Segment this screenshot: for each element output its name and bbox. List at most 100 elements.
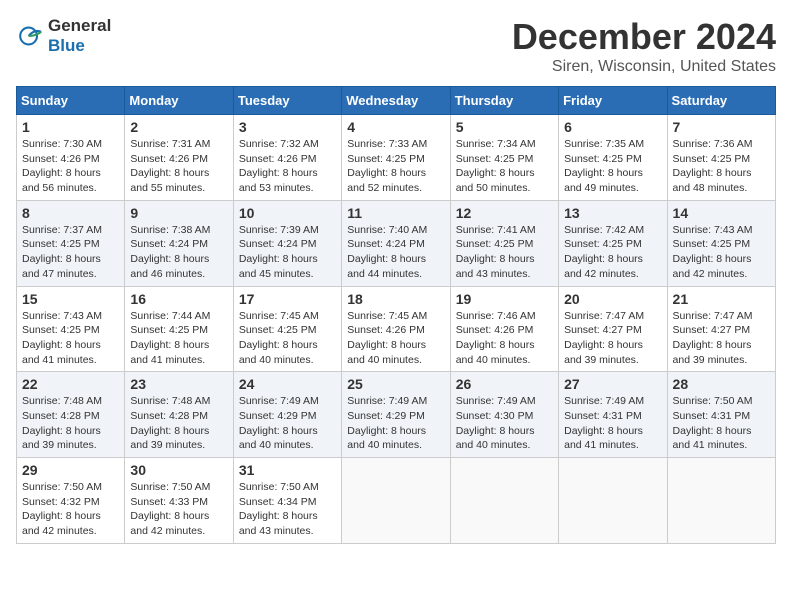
day-info: Sunrise: 7:48 AMSunset: 4:28 PMDaylight:… [130, 395, 210, 451]
day-info: Sunrise: 7:49 AMSunset: 4:29 PMDaylight:… [347, 395, 427, 451]
day-info: Sunrise: 7:36 AMSunset: 4:25 PMDaylight:… [673, 138, 753, 194]
calendar-cell: 17 Sunrise: 7:45 AMSunset: 4:25 PMDaylig… [233, 286, 341, 372]
day-info: Sunrise: 7:49 AMSunset: 4:30 PMDaylight:… [456, 395, 536, 451]
day-info: Sunrise: 7:34 AMSunset: 4:25 PMDaylight:… [456, 138, 536, 194]
day-number: 21 [673, 291, 770, 307]
calendar-cell: 16 Sunrise: 7:44 AMSunset: 4:25 PMDaylig… [125, 286, 233, 372]
day-number: 18 [347, 291, 444, 307]
calendar-header-tuesday: Tuesday [233, 87, 341, 115]
calendar-header-saturday: Saturday [667, 87, 775, 115]
day-number: 22 [22, 376, 119, 392]
calendar-cell: 12 Sunrise: 7:41 AMSunset: 4:25 PMDaylig… [450, 200, 558, 286]
calendar-cell: 14 Sunrise: 7:43 AMSunset: 4:25 PMDaylig… [667, 200, 775, 286]
calendar-header-friday: Friday [559, 87, 667, 115]
calendar-cell: 26 Sunrise: 7:49 AMSunset: 4:30 PMDaylig… [450, 372, 558, 458]
day-number: 25 [347, 376, 444, 392]
day-info: Sunrise: 7:38 AMSunset: 4:24 PMDaylight:… [130, 224, 210, 280]
day-info: Sunrise: 7:37 AMSunset: 4:25 PMDaylight:… [22, 224, 102, 280]
calendar-cell [559, 458, 667, 544]
day-info: Sunrise: 7:49 AMSunset: 4:31 PMDaylight:… [564, 395, 644, 451]
day-info: Sunrise: 7:47 AMSunset: 4:27 PMDaylight:… [564, 310, 644, 366]
day-number: 1 [22, 119, 119, 135]
logo-general: General [48, 16, 111, 35]
day-info: Sunrise: 7:43 AMSunset: 4:25 PMDaylight:… [673, 224, 753, 280]
day-info: Sunrise: 7:30 AMSunset: 4:26 PMDaylight:… [22, 138, 102, 194]
calendar-cell: 5 Sunrise: 7:34 AMSunset: 4:25 PMDayligh… [450, 115, 558, 201]
day-info: Sunrise: 7:41 AMSunset: 4:25 PMDaylight:… [456, 224, 536, 280]
day-number: 19 [456, 291, 553, 307]
day-info: Sunrise: 7:42 AMSunset: 4:25 PMDaylight:… [564, 224, 644, 280]
day-number: 5 [456, 119, 553, 135]
calendar-cell: 27 Sunrise: 7:49 AMSunset: 4:31 PMDaylig… [559, 372, 667, 458]
calendar-cell: 9 Sunrise: 7:38 AMSunset: 4:24 PMDayligh… [125, 200, 233, 286]
calendar-cell: 1 Sunrise: 7:30 AMSunset: 4:26 PMDayligh… [17, 115, 125, 201]
day-info: Sunrise: 7:45 AMSunset: 4:25 PMDaylight:… [239, 310, 319, 366]
day-number: 8 [22, 205, 119, 221]
day-number: 3 [239, 119, 336, 135]
calendar-cell: 21 Sunrise: 7:47 AMSunset: 4:27 PMDaylig… [667, 286, 775, 372]
calendar-cell: 29 Sunrise: 7:50 AMSunset: 4:32 PMDaylig… [17, 458, 125, 544]
calendar-cell [667, 458, 775, 544]
calendar-cell: 13 Sunrise: 7:42 AMSunset: 4:25 PMDaylig… [559, 200, 667, 286]
day-number: 11 [347, 205, 444, 221]
calendar-cell: 31 Sunrise: 7:50 AMSunset: 4:34 PMDaylig… [233, 458, 341, 544]
day-number: 27 [564, 376, 661, 392]
day-number: 23 [130, 376, 227, 392]
day-number: 31 [239, 462, 336, 478]
calendar-cell: 20 Sunrise: 7:47 AMSunset: 4:27 PMDaylig… [559, 286, 667, 372]
logo-icon [16, 22, 44, 50]
logo: General Blue [16, 16, 111, 56]
calendar-table: SundayMondayTuesdayWednesdayThursdayFrid… [16, 86, 776, 544]
day-info: Sunrise: 7:49 AMSunset: 4:29 PMDaylight:… [239, 395, 319, 451]
day-number: 14 [673, 205, 770, 221]
calendar-cell: 7 Sunrise: 7:36 AMSunset: 4:25 PMDayligh… [667, 115, 775, 201]
day-info: Sunrise: 7:40 AMSunset: 4:24 PMDaylight:… [347, 224, 427, 280]
calendar-cell [342, 458, 450, 544]
calendar-cell: 10 Sunrise: 7:39 AMSunset: 4:24 PMDaylig… [233, 200, 341, 286]
calendar-cell: 11 Sunrise: 7:40 AMSunset: 4:24 PMDaylig… [342, 200, 450, 286]
day-number: 10 [239, 205, 336, 221]
day-number: 17 [239, 291, 336, 307]
day-number: 24 [239, 376, 336, 392]
calendar-week-row: 22 Sunrise: 7:48 AMSunset: 4:28 PMDaylig… [17, 372, 776, 458]
calendar-cell: 19 Sunrise: 7:46 AMSunset: 4:26 PMDaylig… [450, 286, 558, 372]
calendar-week-row: 15 Sunrise: 7:43 AMSunset: 4:25 PMDaylig… [17, 286, 776, 372]
location-title: Siren, Wisconsin, United States [512, 58, 776, 76]
calendar-cell: 8 Sunrise: 7:37 AMSunset: 4:25 PMDayligh… [17, 200, 125, 286]
day-number: 30 [130, 462, 227, 478]
calendar-header-thursday: Thursday [450, 87, 558, 115]
page-header: General Blue December 2024 Siren, Wiscon… [16, 16, 776, 76]
day-info: Sunrise: 7:50 AMSunset: 4:33 PMDaylight:… [130, 481, 210, 537]
day-info: Sunrise: 7:50 AMSunset: 4:31 PMDaylight:… [673, 395, 753, 451]
day-info: Sunrise: 7:35 AMSunset: 4:25 PMDaylight:… [564, 138, 644, 194]
calendar-cell: 30 Sunrise: 7:50 AMSunset: 4:33 PMDaylig… [125, 458, 233, 544]
day-info: Sunrise: 7:33 AMSunset: 4:25 PMDaylight:… [347, 138, 427, 194]
day-info: Sunrise: 7:46 AMSunset: 4:26 PMDaylight:… [456, 310, 536, 366]
day-info: Sunrise: 7:39 AMSunset: 4:24 PMDaylight:… [239, 224, 319, 280]
day-number: 9 [130, 205, 227, 221]
calendar-cell: 22 Sunrise: 7:48 AMSunset: 4:28 PMDaylig… [17, 372, 125, 458]
day-info: Sunrise: 7:31 AMSunset: 4:26 PMDaylight:… [130, 138, 210, 194]
calendar-cell: 24 Sunrise: 7:49 AMSunset: 4:29 PMDaylig… [233, 372, 341, 458]
calendar-week-row: 8 Sunrise: 7:37 AMSunset: 4:25 PMDayligh… [17, 200, 776, 286]
day-number: 13 [564, 205, 661, 221]
calendar-header-sunday: Sunday [17, 87, 125, 115]
day-number: 7 [673, 119, 770, 135]
day-info: Sunrise: 7:50 AMSunset: 4:34 PMDaylight:… [239, 481, 319, 537]
calendar-cell: 23 Sunrise: 7:48 AMSunset: 4:28 PMDaylig… [125, 372, 233, 458]
calendar-cell: 25 Sunrise: 7:49 AMSunset: 4:29 PMDaylig… [342, 372, 450, 458]
calendar-cell: 15 Sunrise: 7:43 AMSunset: 4:25 PMDaylig… [17, 286, 125, 372]
day-number: 4 [347, 119, 444, 135]
day-info: Sunrise: 7:50 AMSunset: 4:32 PMDaylight:… [22, 481, 102, 537]
calendar-cell [450, 458, 558, 544]
day-number: 20 [564, 291, 661, 307]
calendar-week-row: 1 Sunrise: 7:30 AMSunset: 4:26 PMDayligh… [17, 115, 776, 201]
day-number: 16 [130, 291, 227, 307]
calendar-cell: 18 Sunrise: 7:45 AMSunset: 4:26 PMDaylig… [342, 286, 450, 372]
day-number: 12 [456, 205, 553, 221]
calendar-cell: 4 Sunrise: 7:33 AMSunset: 4:25 PMDayligh… [342, 115, 450, 201]
calendar-cell: 6 Sunrise: 7:35 AMSunset: 4:25 PMDayligh… [559, 115, 667, 201]
calendar-header-monday: Monday [125, 87, 233, 115]
day-info: Sunrise: 7:32 AMSunset: 4:26 PMDaylight:… [239, 138, 319, 194]
day-info: Sunrise: 7:48 AMSunset: 4:28 PMDaylight:… [22, 395, 102, 451]
